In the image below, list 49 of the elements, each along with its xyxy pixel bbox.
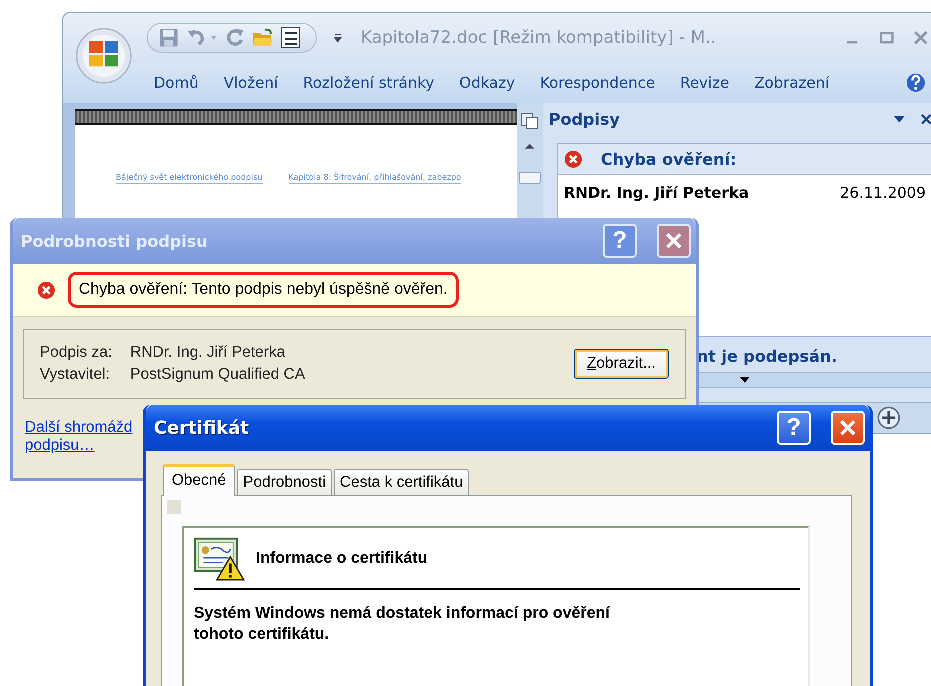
signature-item[interactable]: RNDr. Ing. Jiří Peterka 26.11.2009 xyxy=(558,175,931,202)
error-icon xyxy=(564,150,583,168)
customize-toolbar-icon[interactable] xyxy=(333,33,343,43)
error-message: Chyba ověření: Tento podpis nebyl úspěšně ověřen. xyxy=(68,272,459,308)
more-info-link[interactable]: podpisu… xyxy=(25,437,95,455)
status-square xyxy=(167,500,181,514)
pane-footer-text: nt je podepsán. xyxy=(697,347,839,366)
certificate-warning-icon xyxy=(194,536,246,582)
tab[interactable]: Obecné xyxy=(163,464,236,496)
scroll-up-icon[interactable] xyxy=(524,143,536,150)
tab[interactable]: Podrobnosti xyxy=(237,469,332,495)
window-title: Kapitola72.doc [Režim kompatibility] - M.. xyxy=(361,28,716,48)
expand-arrow-icon[interactable] xyxy=(739,376,751,384)
folder-icon[interactable] xyxy=(252,27,274,49)
close-icon xyxy=(838,419,857,437)
view-button[interactable]: Zobrazit... xyxy=(574,349,669,379)
dialog-title: Certifikát xyxy=(154,418,250,438)
header-text: Báječný svět elektronického podpisu xyxy=(116,173,263,184)
help-icon[interactable] xyxy=(905,72,927,94)
dialog-title: Podrobnosti podpisu xyxy=(21,232,208,250)
header-text: Kapitola 8: Šifrování, přihlašování, zabezpo xyxy=(288,173,462,184)
error-icon xyxy=(37,280,56,300)
office-button[interactable] xyxy=(75,27,133,85)
close-icon[interactable] xyxy=(920,112,931,126)
maximize-icon[interactable] xyxy=(879,30,895,46)
field-value: PostSignum Qualified CA xyxy=(130,366,306,384)
ribbon-tab[interactable]: Odkazy xyxy=(460,74,516,92)
ribbon-tab[interactable]: Rozložení stránky xyxy=(303,74,435,92)
redo-icon[interactable] xyxy=(224,27,246,49)
ribbon-tab[interactable]: Revize xyxy=(680,74,730,92)
close-icon xyxy=(665,232,683,250)
info-message: Systém Windows nemá dostatek informací pro ověření tohoto certifikátu. xyxy=(194,604,612,645)
help-button[interactable]: ? xyxy=(776,411,811,445)
zoom-in-icon[interactable] xyxy=(877,406,901,430)
pane-title: Podpisy xyxy=(549,110,620,128)
info-heading: Informace o certifikátu xyxy=(256,550,428,568)
more-info-link[interactable]: Další shromážd xyxy=(25,419,133,437)
error-heading: Chyba ověření: xyxy=(601,150,737,168)
ribbon-tab[interactable]: Zobrazení xyxy=(754,74,830,92)
field-label: Vystavitel: xyxy=(40,366,112,384)
field-value: RNDr. Ing. Jiří Peterka xyxy=(130,344,286,362)
page-icon[interactable] xyxy=(520,111,540,131)
field-label: Podpis za: xyxy=(40,344,112,362)
save-icon[interactable] xyxy=(158,27,180,49)
ribbon-tab[interactable]: Domů xyxy=(154,74,199,92)
ribbon-tab[interactable]: Korespondence xyxy=(540,74,656,92)
tab[interactable]: Cesta k certifikátu xyxy=(334,469,470,495)
scroll-thumb[interactable] xyxy=(519,172,541,184)
ribbon-tab[interactable]: Vložení xyxy=(224,74,278,92)
